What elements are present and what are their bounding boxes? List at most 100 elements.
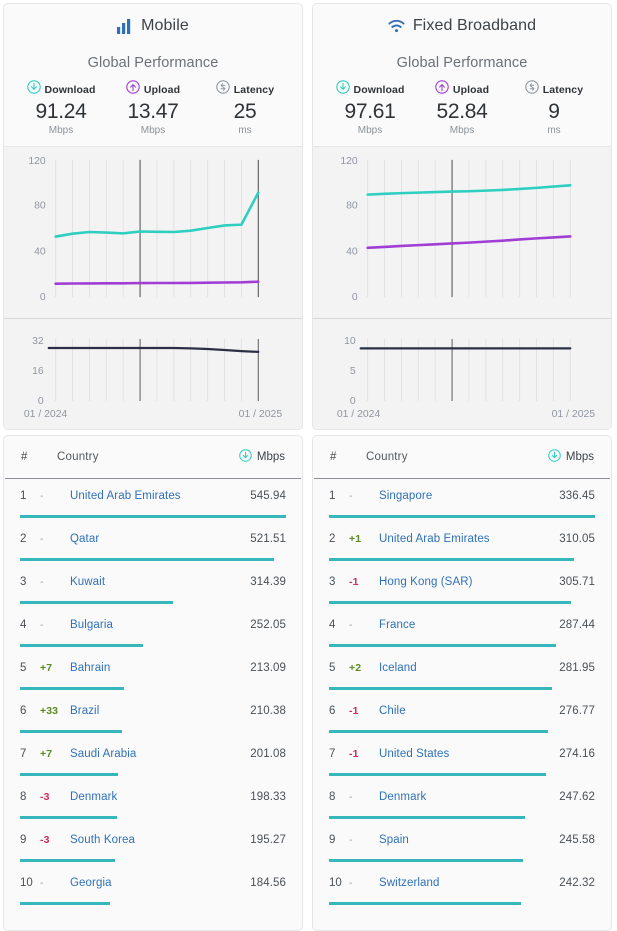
- row-value: 276.77: [559, 705, 595, 717]
- row-value: 245.58: [559, 834, 595, 846]
- ytick-5: 5: [350, 366, 356, 377]
- mobile-metrics: Download 91.24 Mbps Upload 13.47 Mbps La…: [4, 80, 302, 136]
- row-delta: -: [40, 576, 44, 588]
- wifi-icon: [388, 19, 405, 33]
- table-row[interactable]: 9 - Spain 245.58: [313, 823, 611, 866]
- table-row[interactable]: 1 - Singapore 336.45: [313, 479, 611, 522]
- fixed-broadband-title-row: Fixed Broadband: [388, 17, 536, 35]
- mobile-panel-header: Mobile Global Performance Download 91.24…: [4, 4, 302, 147]
- table-row[interactable]: 5 +7 Bahrain 213.09: [4, 651, 302, 694]
- row-rank: 5: [329, 662, 336, 674]
- metric-download: Download 91.24 Mbps: [15, 80, 107, 136]
- table-row[interactable]: 1 - United Arab Emirates 545.94: [4, 479, 302, 522]
- table-row[interactable]: 10 - Georgia 184.56: [4, 866, 302, 909]
- metric-upload-head: Upload: [435, 80, 489, 99]
- row-country[interactable]: Chile: [379, 705, 559, 717]
- row-country[interactable]: Georgia: [70, 877, 250, 889]
- row-country[interactable]: Hong Kong (SAR): [379, 576, 559, 588]
- latency-icon: [216, 80, 230, 99]
- row-country[interactable]: France: [379, 619, 559, 631]
- upload-icon: [435, 80, 449, 99]
- row-value: 201.08: [250, 748, 286, 760]
- header-unit: Mbps: [548, 449, 594, 465]
- table-row[interactable]: 8 - Denmark 247.62: [313, 780, 611, 823]
- row-country[interactable]: Qatar: [70, 533, 250, 545]
- row-delta: -3: [40, 834, 50, 846]
- panel-mobile: Mobile Global Performance Download 91.24…: [3, 3, 303, 931]
- row-country[interactable]: United Arab Emirates: [379, 533, 559, 545]
- row-value: 287.44: [559, 619, 595, 631]
- table-row[interactable]: 4 - France 287.44: [313, 608, 611, 651]
- row-rank: 3: [329, 576, 336, 588]
- row-bar: [329, 902, 595, 905]
- row-delta: +33: [40, 705, 59, 717]
- table-row[interactable]: 10 - Switzerland 242.32: [313, 866, 611, 909]
- ytick-40: 40: [34, 246, 46, 257]
- row-bar: [329, 644, 595, 647]
- header-country: Country: [57, 451, 99, 463]
- row-bar: [329, 816, 595, 819]
- row-rank: 3: [20, 576, 27, 588]
- metric-download-label: Download: [353, 83, 405, 96]
- row-rank: 9: [20, 834, 27, 846]
- metric-download-unit: Mbps: [357, 125, 383, 137]
- row-country[interactable]: Spain: [379, 834, 559, 846]
- row-value: 252.05: [250, 619, 286, 631]
- upload-icon: [126, 80, 140, 99]
- row-value: 310.05: [559, 533, 595, 545]
- row-country[interactable]: Iceland: [379, 662, 559, 674]
- row-value: 336.45: [559, 490, 595, 502]
- row-country[interactable]: Switzerland: [379, 877, 559, 889]
- table-row[interactable]: 8 -3 Denmark 198.33: [4, 780, 302, 823]
- row-country[interactable]: Denmark: [70, 791, 250, 803]
- row-country[interactable]: Singapore: [379, 490, 559, 502]
- metric-upload: Upload 52.84 Mbps: [416, 80, 508, 136]
- metric-download-head: Download: [26, 80, 96, 99]
- fixed-broadband-latency-chart: 10 5 0 01 / 2024 01 / 2025: [313, 319, 611, 429]
- header-rank: #: [21, 451, 28, 463]
- row-rank: 4: [329, 619, 336, 631]
- row-bar: [20, 601, 286, 604]
- row-rank: 6: [329, 705, 336, 717]
- row-country[interactable]: Denmark: [379, 791, 559, 803]
- row-country[interactable]: United States: [379, 748, 559, 760]
- row-country[interactable]: Bulgaria: [70, 619, 250, 631]
- table-row[interactable]: 6 +33 Brazil 210.38: [4, 694, 302, 737]
- table-row[interactable]: 4 - Bulgaria 252.05: [4, 608, 302, 651]
- table-row[interactable]: 7 -1 United States 274.16: [313, 737, 611, 780]
- table-row[interactable]: 5 +2 Iceland 281.95: [313, 651, 611, 694]
- metric-upload-head: Upload: [126, 80, 180, 99]
- metric-latency-label: Latency: [542, 83, 584, 96]
- fixed-broadband-latency-chart-svg: 10 5 0 01 / 2024 01 / 2025: [337, 336, 595, 420]
- ytick-32: 32: [32, 336, 44, 347]
- row-country[interactable]: United Arab Emirates: [70, 490, 250, 502]
- table-row[interactable]: 3 -1 Hong Kong (SAR) 305.71: [313, 565, 611, 608]
- row-value: 210.38: [250, 705, 286, 717]
- table-row[interactable]: 2 +1 United Arab Emirates 310.05: [313, 522, 611, 565]
- row-country[interactable]: Brazil: [70, 705, 250, 717]
- row-rank: 5: [20, 662, 27, 674]
- ytick-0: 0: [352, 292, 358, 303]
- metric-upload-label: Upload: [452, 83, 490, 96]
- row-country[interactable]: Saudi Arabia: [70, 748, 250, 760]
- row-rank: 2: [329, 533, 336, 545]
- row-country[interactable]: Kuwait: [70, 576, 250, 588]
- table-row[interactable]: 9 -3 South Korea 195.27: [4, 823, 302, 866]
- table-row[interactable]: 6 -1 Chile 276.77: [313, 694, 611, 737]
- metric-download-label: Download: [44, 83, 96, 96]
- ytick-80: 80: [346, 201, 358, 212]
- fixed-broadband-metrics: Download 97.61 Mbps Upload 52.84 Mbps La…: [313, 80, 611, 136]
- mobile-ranking-table: # Country Mbps 1 - United Arab Emirates …: [3, 435, 303, 931]
- row-rank: 1: [20, 490, 27, 502]
- row-delta: -: [40, 533, 44, 545]
- latency-icon: [525, 80, 539, 99]
- row-value: 305.71: [559, 576, 595, 588]
- row-rank: 8: [329, 791, 336, 803]
- metric-latency-value: 25: [233, 100, 257, 123]
- row-country[interactable]: South Korea: [70, 834, 250, 846]
- table-row[interactable]: 7 +7 Saudi Arabia 201.08: [4, 737, 302, 780]
- table-row[interactable]: 3 - Kuwait 314.39: [4, 565, 302, 608]
- row-country[interactable]: Bahrain: [70, 662, 250, 674]
- table-row[interactable]: 2 - Qatar 521.51: [4, 522, 302, 565]
- mobile-speed-chart: 120 80 40 0: [4, 147, 302, 319]
